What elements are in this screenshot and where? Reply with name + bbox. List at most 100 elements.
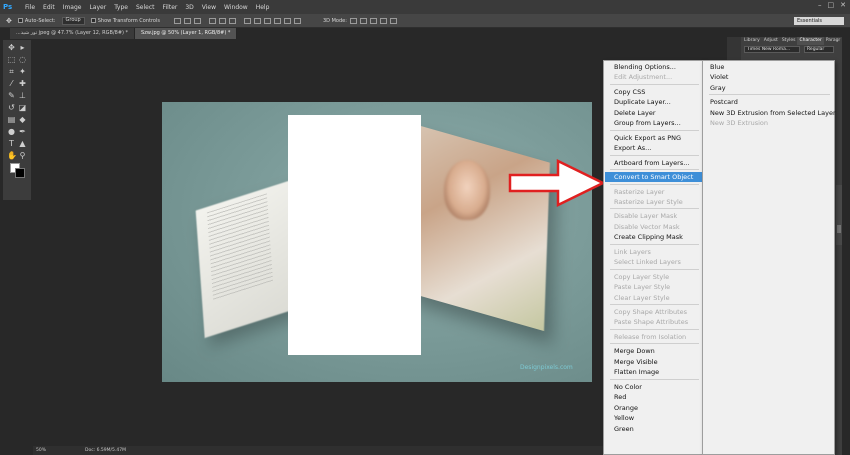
eraser-icon[interactable]: ◪	[18, 103, 27, 112]
menu-item-export-as[interactable]: Export As...	[605, 143, 702, 153]
menu-item-yellow[interactable]: Yellow	[605, 413, 702, 423]
menu-item-create-clipping-mask[interactable]: Create Clipping Mask	[605, 232, 702, 242]
distribute-top-icon[interactable]	[243, 17, 251, 24]
align-center-icon[interactable]	[218, 17, 226, 24]
magazine-right-page	[404, 122, 550, 332]
menu-item-violet[interactable]: Violet	[704, 72, 833, 82]
auto-select-checkbox[interactable]	[17, 18, 23, 23]
menu-item-orange[interactable]: Orange	[605, 403, 702, 413]
menu-item-convert-to-smart-object[interactable]: Convert to Smart Object	[605, 172, 702, 183]
distribute-right-icon[interactable]	[293, 17, 301, 24]
menu-item-postcard[interactable]: Postcard	[704, 97, 833, 107]
menu-layer[interactable]: Layer	[85, 4, 110, 11]
menu-separator	[610, 378, 699, 380]
tab-document-2[interactable]: Szw.jpg @ 50% (Layer 1, RGB/8#) *	[135, 28, 238, 39]
tab-paragraph[interactable]: Paragr	[824, 37, 843, 45]
menu-select[interactable]: Select	[132, 4, 159, 11]
magic-wand-icon[interactable]: ✦	[18, 67, 27, 76]
font-family-dropdown[interactable]: Times New Roma...	[744, 46, 800, 53]
menu-item-no-color[interactable]: No Color	[605, 382, 702, 392]
3d-roll-icon[interactable]	[359, 17, 367, 24]
menu-item-quick-export-as-png[interactable]: Quick Export as PNG	[605, 133, 702, 143]
tab-document-1[interactable]: ...تور شید jpeg @ 47.7% (Layer 12, RGB/8…	[10, 28, 136, 39]
distribute-bottom-icon[interactable]	[263, 17, 271, 24]
menu-item-group-from-layers[interactable]: Group from Layers...	[605, 118, 702, 128]
move-icon[interactable]: ✥	[7, 43, 16, 52]
healing-brush-icon[interactable]: ✚	[18, 79, 27, 88]
distribute-middle-icon[interactable]	[253, 17, 261, 24]
align-bottom-icon[interactable]	[193, 17, 201, 24]
3d-rotate-icon[interactable]	[349, 17, 357, 24]
panel-scrollbar-thumb[interactable]	[837, 225, 841, 233]
menu-edit[interactable]: Edit	[39, 4, 59, 11]
distribute-left-icon[interactable]	[273, 17, 281, 24]
menu-item-blue[interactable]: Blue	[704, 62, 833, 72]
3d-pan-icon[interactable]	[369, 17, 377, 24]
menu-item-duplicate-layer[interactable]: Duplicate Layer...	[605, 97, 702, 107]
menu-item-blending-options[interactable]: Blending Options...	[605, 62, 702, 72]
menu-item-delete-layer[interactable]: Delete Layer	[605, 108, 702, 118]
tab-adjust[interactable]: Adjust	[762, 37, 780, 45]
menu-item-artboard-from-layers[interactable]: Artboard from Layers...	[605, 158, 702, 168]
zoom-level[interactable]: 50%	[36, 446, 46, 455]
menu-view[interactable]: View	[198, 4, 220, 11]
menu-window[interactable]: Window	[220, 4, 252, 11]
distribute-center-icon[interactable]	[283, 17, 291, 24]
menu-item-gray[interactable]: Gray	[704, 83, 833, 93]
3d-slide-icon[interactable]	[379, 17, 387, 24]
align-left-icon[interactable]	[208, 17, 216, 24]
layer-context-menu: Blending Options... Edit Adjustment... Cop…	[603, 60, 704, 455]
menu-item-new-3d-extrusion-from-selected-layer[interactable]: New 3D Extrusion from Selected Layer	[704, 108, 836, 118]
align-top-icon[interactable]	[173, 17, 181, 24]
lasso-icon[interactable]: ◌	[18, 55, 27, 64]
document-canvas[interactable]: Designpixels.com	[162, 102, 592, 382]
menu-item-green[interactable]: Green	[605, 424, 702, 434]
type-icon[interactable]: T	[7, 139, 16, 148]
close-icon[interactable]: ✕	[840, 1, 846, 9]
tab-character[interactable]: Character	[797, 37, 824, 45]
menu-item-red[interactable]: Red	[605, 392, 702, 402]
zoom-icon[interactable]: ⚲	[18, 151, 27, 160]
artboard-icon[interactable]: ▸	[18, 43, 27, 52]
3d-scale-icon[interactable]	[389, 17, 397, 24]
menu-item-merge-visible[interactable]: Merge Visible	[605, 357, 702, 367]
menu-type[interactable]: Type	[110, 4, 132, 11]
menu-help[interactable]: Help	[252, 4, 274, 11]
brush-icon[interactable]: ✎	[7, 91, 16, 100]
white-rectangle-layer[interactable]	[288, 115, 421, 355]
dodge-icon[interactable]: ●	[7, 127, 16, 136]
tab-library[interactable]: Library	[742, 37, 762, 45]
blur-icon[interactable]: ◆	[18, 115, 27, 124]
maximize-icon[interactable]: □	[828, 1, 835, 9]
tab-styles[interactable]: Styles	[780, 37, 798, 45]
clone-stamp-icon[interactable]: ⊥	[18, 91, 27, 100]
align-middle-icon[interactable]	[183, 17, 191, 24]
panel-scrollbar[interactable]	[836, 185, 842, 245]
menu-filter[interactable]: Filter	[159, 4, 182, 11]
transform-controls-checkbox[interactable]	[90, 18, 96, 23]
auto-select-dropdown[interactable]: Group	[61, 16, 85, 25]
menu-item-merge-down[interactable]: Merge Down	[605, 346, 702, 356]
menu-3d[interactable]: 3D	[181, 4, 197, 11]
workspace-dropdown[interactable]: Essentials	[794, 17, 844, 25]
hand-icon[interactable]: ✋	[7, 151, 17, 160]
menu-file[interactable]: File	[21, 4, 39, 11]
minimize-icon[interactable]: –	[818, 1, 822, 9]
font-style-dropdown[interactable]: Regular	[804, 46, 834, 53]
pen-icon[interactable]: ✒	[18, 127, 27, 136]
marquee-icon[interactable]: ⬚	[7, 55, 16, 64]
menu-item-copy-css[interactable]: Copy CSS	[605, 87, 702, 97]
align-right-icon[interactable]	[228, 17, 236, 24]
background-color-swatch[interactable]	[15, 168, 25, 178]
menu-separator	[610, 129, 699, 131]
eyedropper-icon[interactable]: ⁄	[7, 79, 16, 88]
menu-item-flatten-image[interactable]: Flatten Image	[605, 367, 702, 377]
gradient-icon[interactable]: ▤	[7, 115, 16, 124]
menu-separator	[610, 328, 699, 330]
path-selection-icon[interactable]: ▲	[18, 139, 27, 148]
crop-icon[interactable]: ⌗	[7, 67, 16, 76]
history-brush-icon[interactable]: ↺	[7, 103, 16, 112]
menu-image[interactable]: Image	[59, 4, 86, 11]
menu-item-new-3d-extrusion: New 3D Extrusion	[710, 119, 769, 128]
move-tool-icon[interactable]: ✥	[6, 17, 12, 25]
